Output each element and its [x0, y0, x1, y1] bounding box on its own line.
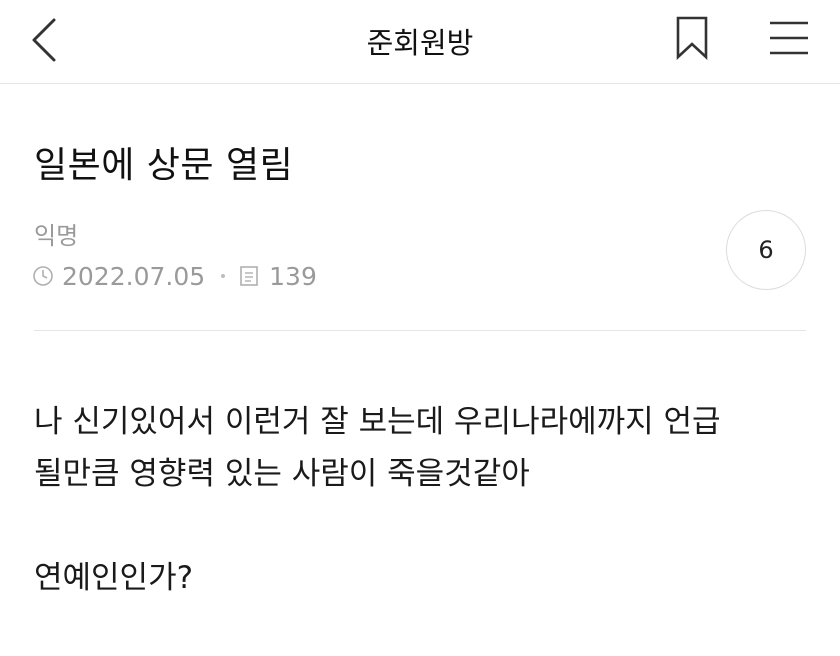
- board-title: 준회원방: [366, 26, 474, 60]
- body-question: 연예인인가?: [34, 560, 194, 596]
- view-count: 139: [269, 261, 317, 291]
- divider: [34, 330, 806, 331]
- post-title: 일본에 상문 열림: [34, 145, 294, 186]
- body-line: 될만큼 영향력 있는 사람이 죽을것같아: [34, 456, 530, 492]
- body-line: 나 신기있어서 이런거 잘 보는데 우리나라에까지 언급: [34, 404, 721, 440]
- top-header: 준회원방: [0, 0, 840, 84]
- app-screen: 준회원방 일본에 상문 열림 익명 2022.07.05 139 6 나 신기있…: [0, 0, 840, 656]
- post-body: 나 신기있어서 이런거 잘 보는데 우리나라에까지 언급 될만큼 영향력 있는 …: [34, 396, 814, 604]
- bookmark-icon: [676, 16, 708, 60]
- menu-button[interactable]: [762, 14, 814, 62]
- post-meta: 2022.07.05 139: [32, 258, 317, 294]
- meta-separator: [221, 274, 226, 278]
- views-icon: [240, 266, 258, 286]
- clock-icon: [33, 266, 53, 286]
- hamburger-menu-icon: [770, 21, 808, 55]
- author-name[interactable]: 익명: [34, 216, 78, 251]
- post-date: 2022.07.05: [62, 261, 206, 291]
- comment-count-button[interactable]: 6: [726, 210, 806, 290]
- bookmark-button[interactable]: [670, 14, 714, 62]
- comment-count: 6: [758, 236, 774, 264]
